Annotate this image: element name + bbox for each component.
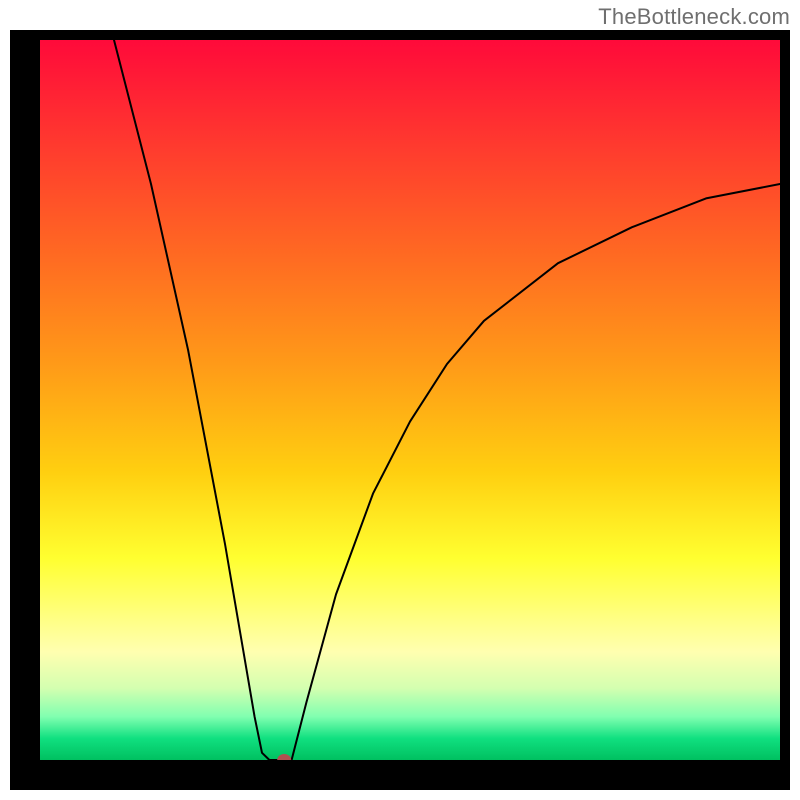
watermark-text: TheBottleneck.com	[598, 4, 790, 30]
chart-stage: TheBottleneck.com	[0, 0, 800, 800]
plot-gradient-background	[40, 40, 780, 760]
bottleneck-curve	[40, 40, 780, 760]
curve-right-branch	[269, 184, 780, 760]
curve-left-branch	[114, 40, 269, 760]
min-marker-dot	[277, 754, 291, 760]
plot-border	[10, 30, 790, 790]
